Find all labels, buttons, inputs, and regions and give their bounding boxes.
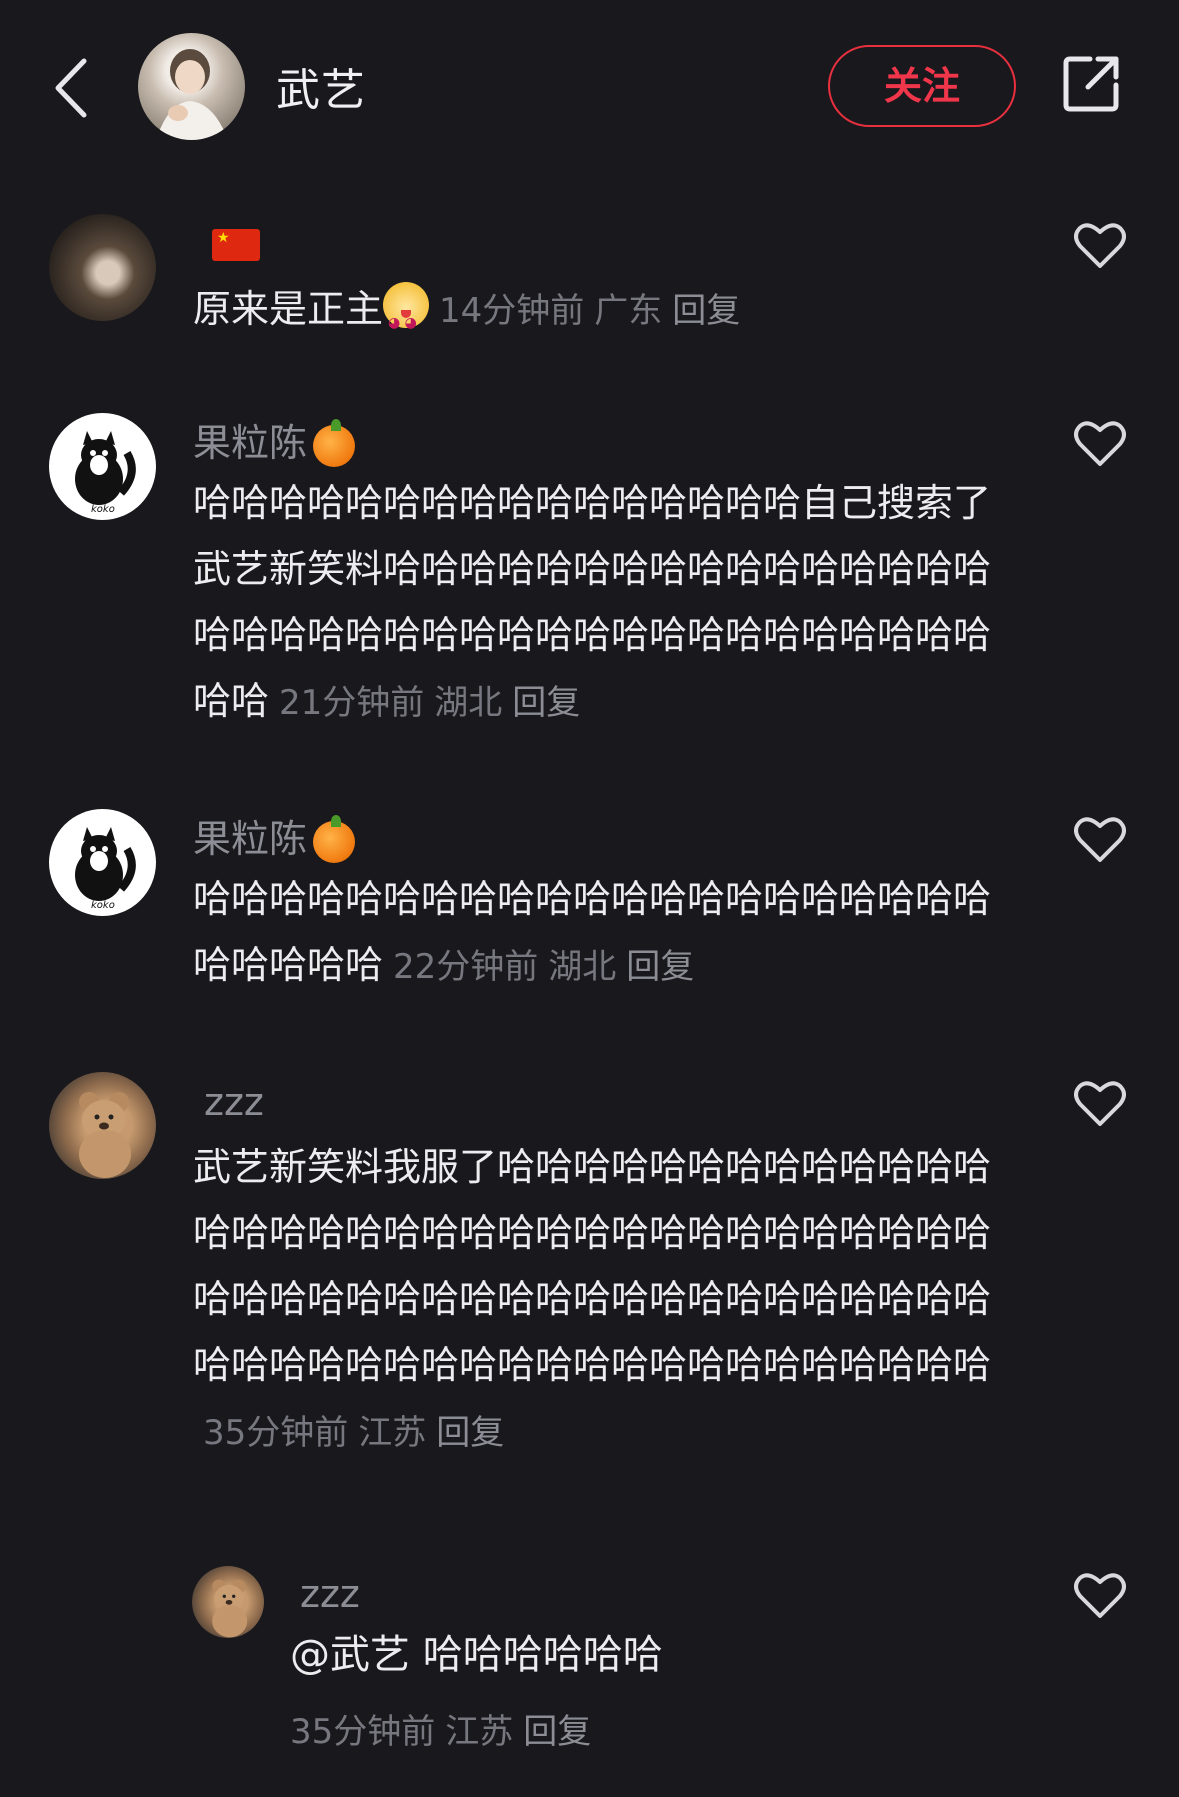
commenter-name[interactable]: 果粒陈 <box>193 412 356 467</box>
comment-location: 江苏 <box>445 1712 514 1752</box>
china-flag-emoji <box>212 228 260 261</box>
author-name[interactable]: 武艺 <box>276 54 366 118</box>
comment-time: 22分钟前 <box>393 947 539 987</box>
commenter-avatar[interactable] <box>49 214 156 321</box>
commenter-avatar[interactable]: koko <box>49 413 156 520</box>
comment-location: 广东 <box>594 291 663 331</box>
comment-location: 湖北 <box>434 683 503 723</box>
orange-emoji <box>313 418 356 467</box>
comment-text: 原来是正主14分钟前广东回复 <box>193 276 1013 356</box>
share-icon[interactable] <box>1060 53 1122 115</box>
comment-time: 35分钟前 <box>290 1712 436 1752</box>
commenter-avatar[interactable]: koko <box>49 809 156 916</box>
comment-text: 哈哈哈哈哈哈哈哈哈哈哈哈哈哈哈哈自己搜索了武艺新笑料哈哈哈哈哈哈哈哈哈哈哈哈哈哈… <box>193 481 992 723</box>
heart-icon[interactable] <box>1074 222 1126 270</box>
comment-time: 21分钟前 <box>279 683 425 723</box>
comment-text: 哈哈哈哈哈哈哈哈哈哈哈哈哈哈哈哈哈哈哈哈哈哈哈哈哈哈 22分钟前 湖北 回复 <box>193 877 992 987</box>
reply-button[interactable]: 回复 <box>626 947 694 987</box>
svg-text:koko: koko <box>91 900 115 911</box>
commenter-avatar[interactable] <box>192 1566 264 1638</box>
top-bar: 武艺 关注 <box>0 0 1179 170</box>
follow-button[interactable]: 关注 <box>828 45 1016 127</box>
commenter-name[interactable]: 果粒陈 <box>193 808 356 863</box>
reply-button[interactable]: 回复 <box>436 1413 504 1453</box>
comment-time: 35分钟前 <box>203 1413 349 1453</box>
orange-emoji <box>313 814 356 863</box>
reply-meta: 35分钟前 江苏 回复 <box>290 1704 601 1753</box>
comment-location: 湖北 <box>548 947 617 987</box>
reply-button[interactable]: 回复 <box>512 683 580 723</box>
heart-icon[interactable] <box>1074 816 1126 864</box>
heart-icon[interactable] <box>1074 420 1126 468</box>
commenter-name[interactable]: zzz <box>300 1572 360 1616</box>
svg-text:koko: koko <box>91 504 115 515</box>
heart-icon[interactable] <box>1074 1572 1126 1620</box>
cute-face-emoji <box>383 282 430 356</box>
comment-text: @武艺 哈哈哈哈哈哈 <box>290 1632 663 1678</box>
comment-time: 14分钟前 <box>439 291 585 331</box>
comment-text: 武艺新笑料我服了哈哈哈哈哈哈哈哈哈哈哈哈哈哈哈哈哈哈哈哈哈哈哈哈哈哈哈哈哈哈哈哈… <box>193 1145 992 1453</box>
commenter-name[interactable]: zzz <box>204 1080 264 1124</box>
mention-link[interactable]: @武艺 <box>290 1632 410 1678</box>
reply-button[interactable]: 回复 <box>672 291 740 331</box>
commenter-name[interactable] <box>212 220 260 264</box>
author-avatar[interactable] <box>138 33 245 140</box>
chevron-left-icon[interactable] <box>52 57 92 119</box>
comment-location: 江苏 <box>358 1413 427 1453</box>
heart-icon[interactable] <box>1074 1080 1126 1128</box>
commenter-avatar[interactable] <box>49 1072 156 1179</box>
reply-button[interactable]: 回复 <box>523 1712 591 1752</box>
